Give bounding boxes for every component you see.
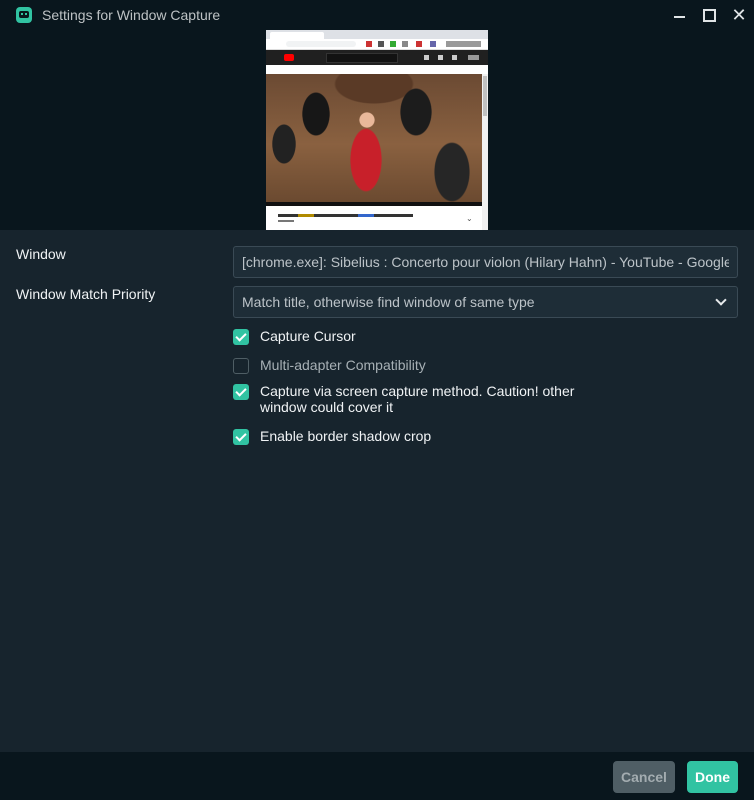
border-shadow-crop-checkbox[interactable]: Enable border shadow crop (233, 428, 600, 445)
checkbox-checked[interactable] (233, 329, 249, 345)
window-capture-preview: ⌄ (266, 30, 488, 230)
window-match-priority-label: Window Match Priority (16, 286, 156, 302)
chevron-down-icon (715, 294, 727, 306)
screen-capture-method-label: Capture via screen capture method. Cauti… (260, 383, 575, 415)
capture-cursor-label: Capture Cursor (260, 328, 356, 344)
window-controls: ✕ (664, 0, 754, 30)
multi-adapter-label: Multi-adapter Compatibility (260, 357, 426, 373)
window-field[interactable] (233, 246, 738, 278)
preview-browser-tabs (266, 30, 488, 39)
preview-address-bar (266, 39, 488, 50)
title-bar: Settings for Window Capture ✕ (0, 0, 754, 30)
maximize-button[interactable] (694, 0, 724, 30)
preview-scrollbar (482, 74, 488, 230)
border-shadow-crop-label: Enable border shadow crop (260, 428, 432, 444)
preview-video-frame (266, 74, 482, 202)
window-title: Settings for Window Capture (42, 7, 221, 23)
checkmark-icon (235, 430, 247, 442)
done-button[interactable]: Done (687, 761, 738, 793)
minimize-button[interactable] (664, 0, 694, 30)
dialog-footer: Cancel Done (0, 752, 754, 800)
close-icon: ✕ (731, 5, 747, 25)
window-label: Window (16, 246, 66, 262)
close-button[interactable]: ✕ (724, 0, 754, 30)
preview-video-info: ⌄ (266, 206, 482, 230)
checkbox-checked[interactable] (233, 429, 249, 445)
streamlabs-icon (16, 7, 32, 23)
source-preview-area: ⌄ (0, 30, 754, 230)
screen-capture-method-checkbox[interactable]: Capture via screen capture method. Cauti… (233, 383, 600, 415)
capture-cursor-checkbox[interactable]: Capture Cursor (233, 328, 600, 345)
cancel-button[interactable]: Cancel (613, 761, 675, 793)
preview-youtube-header (266, 50, 488, 65)
multi-adapter-checkbox[interactable]: Multi-adapter Compatibility (233, 357, 600, 374)
priority-selected-value: Match title, otherwise find window of sa… (242, 294, 535, 310)
window-input[interactable] (242, 254, 729, 270)
minimize-icon (673, 16, 685, 18)
maximize-icon (702, 8, 716, 22)
window-match-priority-select[interactable]: Match title, otherwise find window of sa… (233, 286, 738, 318)
checkmark-icon (235, 330, 247, 342)
checkmark-icon (235, 385, 247, 397)
checkbox-checked[interactable] (233, 384, 249, 400)
checkbox-unchecked[interactable] (233, 358, 249, 374)
